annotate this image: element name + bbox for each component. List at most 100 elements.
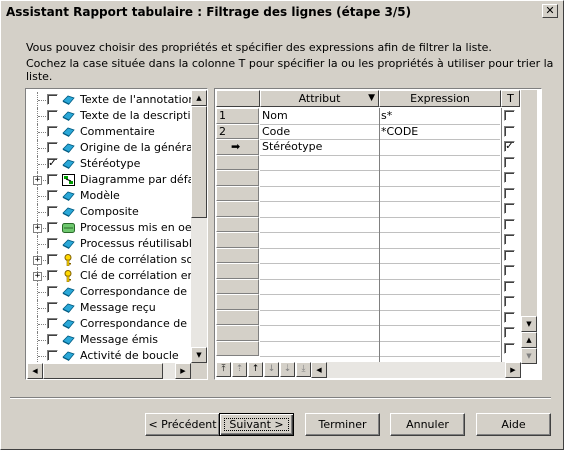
cell-expression[interactable]: *CODE bbox=[381, 125, 499, 138]
row-header[interactable] bbox=[216, 185, 259, 201]
tree-item[interactable]: Composite bbox=[27, 204, 191, 220]
cell-t-checkbox[interactable] bbox=[504, 125, 515, 137]
row-header[interactable] bbox=[216, 154, 259, 170]
scroll-right-arrow-icon[interactable]: ▶ bbox=[175, 363, 191, 379]
expand-plus-icon[interactable]: + bbox=[33, 256, 42, 265]
title-bar[interactable]: Assistant Rapport tabulaire : Filtrage d… bbox=[3, 3, 561, 21]
cell-t-checkbox[interactable] bbox=[504, 187, 515, 199]
tree-item[interactable]: Correspondance de message bbox=[27, 316, 191, 332]
tree-horizontal-scrollbar[interactable]: ◀ ▶ bbox=[27, 363, 191, 379]
tree-vertical-scrollbar[interactable]: ▲ ▼ bbox=[191, 90, 207, 363]
tree-item[interactable]: Commentaire bbox=[27, 124, 191, 140]
row-header[interactable] bbox=[216, 201, 259, 217]
cell-t-checkbox[interactable] bbox=[504, 342, 515, 354]
tree-item[interactable]: Texte de l'annotation bbox=[27, 92, 191, 108]
cell-t-checkbox[interactable] bbox=[504, 296, 515, 307]
move-top-icon[interactable]: ⤒ bbox=[216, 362, 231, 377]
row-header[interactable] bbox=[216, 263, 259, 279]
next-button[interactable]: Suivant > bbox=[219, 413, 294, 436]
tree-item-checkbox[interactable] bbox=[47, 126, 58, 137]
tree-item[interactable]: + Diagramme par défaut bbox=[27, 172, 191, 188]
cell-t-checkbox[interactable] bbox=[504, 218, 515, 230]
cell-t-checkbox[interactable] bbox=[504, 156, 515, 168]
tree-item[interactable]: Modèle bbox=[27, 188, 191, 204]
expand-plus-icon[interactable]: + bbox=[33, 224, 42, 233]
tree-item[interactable]: ✓ Stéréotype bbox=[27, 156, 191, 172]
scroll-up-arrow-icon[interactable]: ▲ bbox=[191, 90, 207, 106]
cell-t-checkbox[interactable] bbox=[504, 234, 515, 245]
cell-t-checkbox[interactable] bbox=[504, 249, 515, 261]
move-bottom-icon[interactable]: ⤓ bbox=[296, 362, 311, 377]
tree-scroll-thumb[interactable] bbox=[191, 106, 207, 218]
row-header[interactable] bbox=[216, 278, 259, 294]
move-down-icon[interactable]: ↓ bbox=[264, 362, 279, 377]
cell-t-checkbox[interactable] bbox=[504, 110, 515, 121]
row-header[interactable] bbox=[216, 294, 259, 310]
move-up-icon[interactable]: ↑ bbox=[248, 362, 263, 377]
tree-item-checkbox[interactable] bbox=[47, 206, 58, 217]
column-header-attribut[interactable]: Attribut ▼ bbox=[260, 90, 379, 107]
tree-item[interactable]: Correspondance de message bbox=[27, 284, 191, 300]
column-header-t[interactable]: T bbox=[501, 90, 520, 107]
tree-item-checkbox[interactable] bbox=[47, 110, 58, 121]
grid-scroll-left-arrow-icon[interactable]: ◀ bbox=[311, 362, 327, 378]
grid-scroll-down-arrow-icon[interactable]: ▼ bbox=[521, 316, 537, 332]
property-tree[interactable]: Texte de l'annotation Texte de la descrip… bbox=[25, 88, 208, 380]
row-header[interactable] bbox=[216, 325, 259, 341]
tree-item[interactable]: Origine de la génération bbox=[27, 140, 191, 156]
cell-t-checkbox[interactable]: ✓ bbox=[504, 141, 515, 152]
current-row-arrow-icon[interactable]: ➡ bbox=[216, 139, 259, 155]
tree-item[interactable]: + Clé de corrélation sortante bbox=[27, 252, 191, 268]
cell-t-checkbox[interactable] bbox=[504, 265, 515, 276]
cell-t-checkbox[interactable] bbox=[504, 280, 515, 292]
cell-t-checkbox[interactable] bbox=[504, 203, 515, 214]
expand-plus-icon[interactable]: + bbox=[33, 176, 42, 185]
column-header-expression[interactable]: Expression bbox=[379, 90, 501, 107]
cell-attribut[interactable]: Code bbox=[262, 125, 377, 138]
cell-t-checkbox[interactable] bbox=[504, 172, 515, 183]
tree-item-checkbox[interactable] bbox=[47, 302, 58, 313]
expand-plus-icon[interactable]: + bbox=[33, 272, 42, 281]
tree-item-checkbox[interactable] bbox=[47, 142, 58, 153]
tree-item-checkbox[interactable] bbox=[47, 254, 58, 265]
row-header[interactable] bbox=[216, 247, 259, 263]
cell-attribut[interactable]: Nom bbox=[262, 109, 377, 122]
cancel-button[interactable]: Annuler bbox=[390, 413, 465, 436]
finish-button[interactable]: Terminer bbox=[305, 413, 380, 436]
dropdown-arrow-icon[interactable]: ▼ bbox=[368, 91, 375, 106]
grid-scroll-up-arrow-icon[interactable]: ▲ bbox=[521, 332, 537, 348]
tree-item[interactable]: Message reçu bbox=[27, 300, 191, 316]
tree-item[interactable]: + Processus mis en oeuvre bbox=[27, 220, 191, 236]
tree-hscroll-thumb[interactable] bbox=[43, 363, 163, 379]
grid-scroll-down-disabled-icon[interactable]: ▼ bbox=[521, 348, 537, 364]
tree-item-checkbox[interactable] bbox=[47, 286, 58, 297]
tree-item-checkbox[interactable] bbox=[47, 174, 58, 185]
tree-item-checkbox[interactable] bbox=[47, 190, 58, 201]
tree-item-checkbox[interactable] bbox=[47, 334, 58, 345]
cell-t-checkbox[interactable] bbox=[504, 311, 515, 323]
cell-attribut[interactable]: Stéréotype bbox=[262, 140, 377, 153]
move-page-up-icon[interactable]: ⇡ bbox=[232, 362, 247, 377]
previous-button[interactable]: < Précédent bbox=[145, 413, 220, 436]
close-button[interactable]: ✕ bbox=[542, 4, 558, 18]
tree-item-checkbox[interactable] bbox=[47, 350, 58, 361]
tree-item-checkbox[interactable]: ✓ bbox=[47, 158, 58, 169]
help-button[interactable]: Aide bbox=[476, 413, 551, 436]
grid-vertical-scrollbar[interactable]: ▼ ▲ ▼ bbox=[521, 90, 537, 364]
grid-scroll-right-arrow-icon[interactable]: ▶ bbox=[505, 362, 521, 378]
row-header[interactable] bbox=[216, 232, 259, 248]
tree-item[interactable]: Message émis bbox=[27, 332, 191, 348]
tree-item-checkbox[interactable] bbox=[47, 318, 58, 329]
tree-item[interactable]: Activité de boucle bbox=[27, 348, 191, 363]
tree-item-checkbox[interactable] bbox=[47, 222, 58, 233]
move-page-down-icon[interactable]: ⇣ bbox=[280, 362, 295, 377]
cell-t-checkbox[interactable] bbox=[504, 327, 515, 338]
cell-expression[interactable]: s* bbox=[381, 109, 499, 122]
tree-item[interactable]: Texte de la description bbox=[27, 108, 191, 124]
tree-item-checkbox[interactable] bbox=[47, 238, 58, 249]
tree-item[interactable]: Processus réutilisable bbox=[27, 236, 191, 252]
tree-item-checkbox[interactable] bbox=[47, 270, 58, 281]
row-header[interactable]: 2 bbox=[216, 123, 259, 139]
scroll-down-arrow-icon[interactable]: ▼ bbox=[191, 347, 207, 363]
row-header[interactable] bbox=[216, 340, 259, 356]
